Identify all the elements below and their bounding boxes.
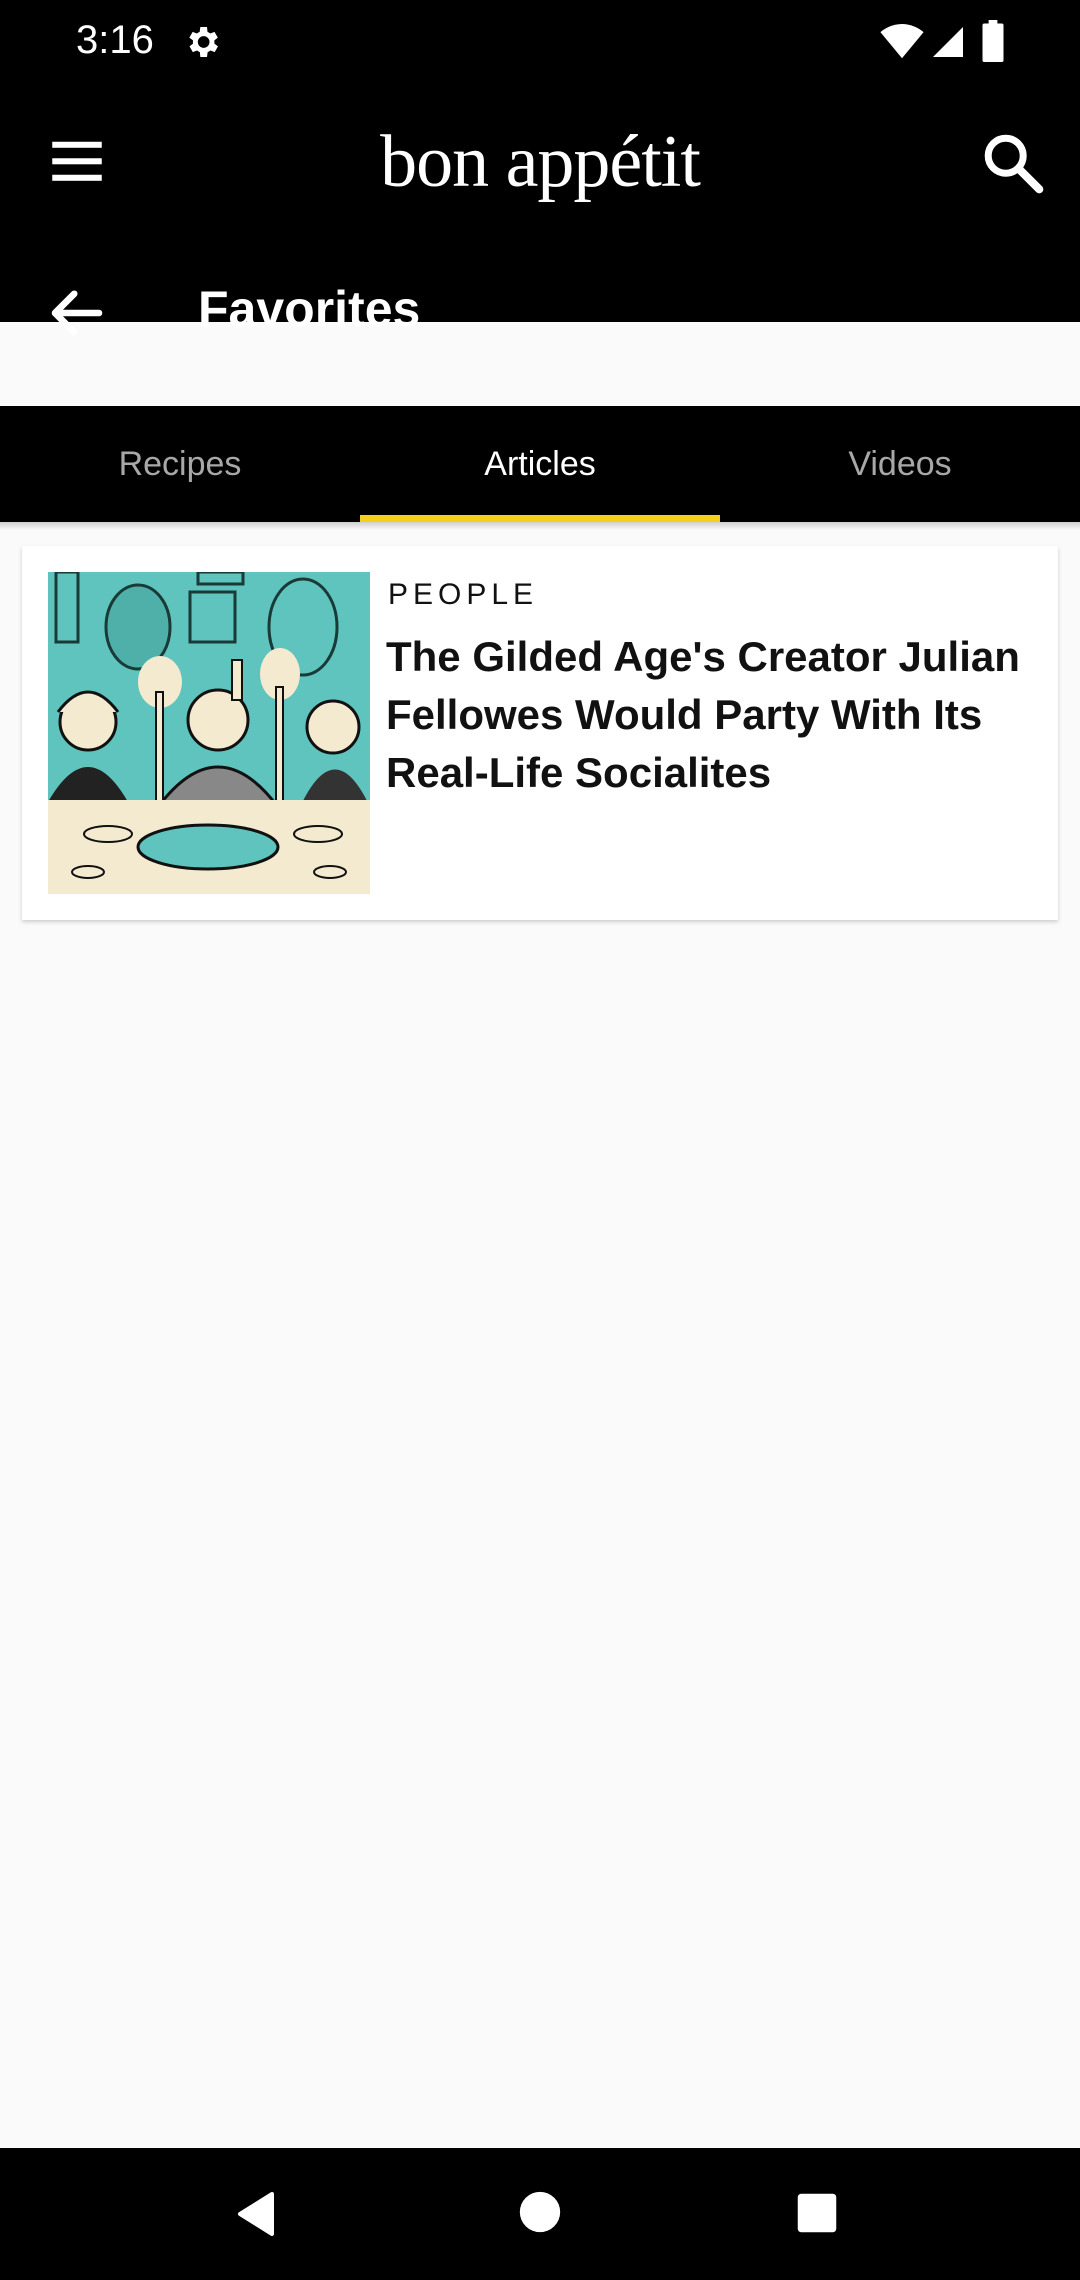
settings-gear-icon — [189, 27, 218, 57]
article-category: PEOPLE — [388, 578, 539, 611]
nav-back-icon[interactable] — [232, 2190, 280, 2238]
system-nav-bar — [0, 2148, 1080, 2280]
brand-logo: bon appétit — [380, 121, 701, 203]
tab-recipes[interactable]: Recipes — [0, 406, 360, 522]
tab-articles[interactable]: Articles — [360, 406, 720, 522]
battery-icon — [982, 20, 1004, 62]
app-bar: bon appétit Favorites — [0, 88, 1080, 337]
article-thumbnail — [48, 572, 370, 894]
cell-signal-icon — [933, 27, 963, 57]
tab-bar: Recipes Articles Videos — [0, 406, 1080, 522]
status-bar: 3:16 — [0, 0, 1080, 88]
tab-videos[interactable]: Videos — [720, 406, 1080, 522]
article-title[interactable]: The Gilded Age's Creator Julian Fellowes… — [386, 628, 1036, 802]
wifi-icon — [880, 24, 924, 59]
status-time: 3:16 — [76, 18, 154, 62]
page-title: Favorites — [198, 281, 421, 337]
article-card[interactable]: PEOPLE The Gilded Age's Creator Julian F… — [22, 546, 1058, 920]
search-icon[interactable] — [978, 128, 1048, 198]
back-arrow-icon[interactable] — [44, 280, 110, 346]
nav-home-icon[interactable] — [518, 2190, 562, 2234]
tabs-shadow — [0, 522, 1080, 530]
tab-indicator — [360, 515, 720, 522]
nav-recents-icon[interactable] — [796, 2192, 838, 2234]
